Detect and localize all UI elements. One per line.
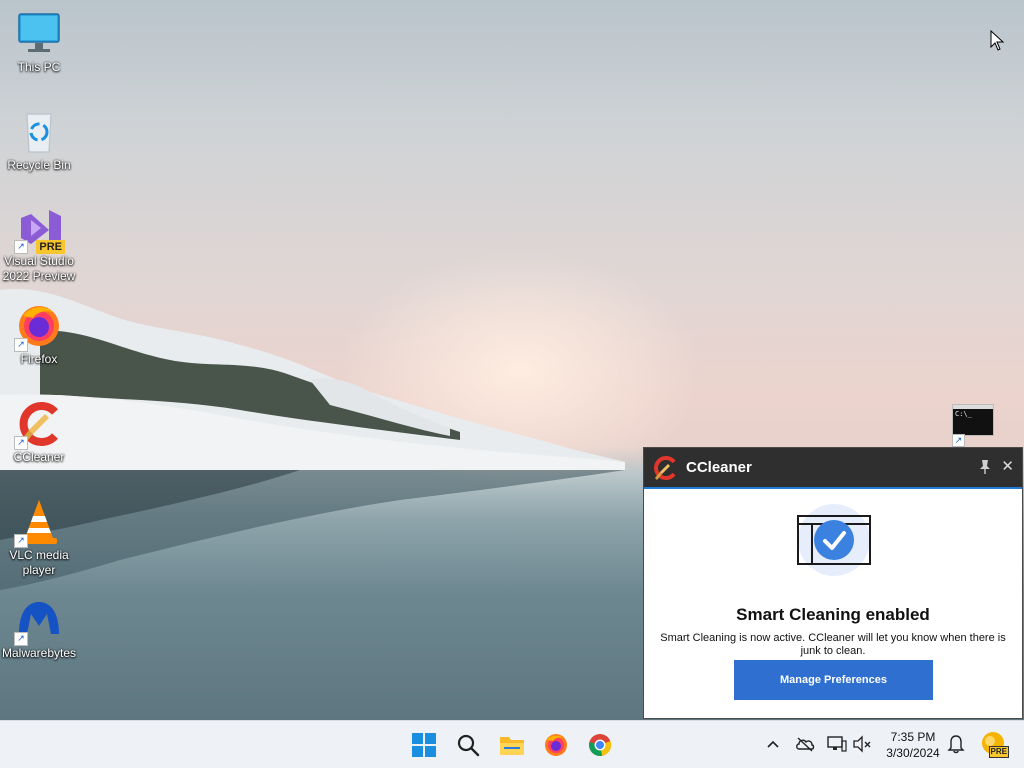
notification-header: CCleaner ✕ — [644, 448, 1022, 489]
desktop-icon-recycle-bin[interactable]: Recycle Bin — [0, 108, 78, 173]
chrome-icon[interactable] — [584, 729, 616, 761]
pre-badge: PRE — [988, 746, 1009, 758]
desktop-icon-malwarebytes[interactable]: ↗ Malwarebytes — [0, 596, 78, 661]
ccleaner-logo-icon — [654, 455, 676, 480]
desktop-icon-vlc[interactable]: ↗ VLC media player — [0, 498, 78, 578]
notification-body: Smart Cleaning is now active. CCleaner w… — [660, 632, 1006, 657]
close-icon[interactable]: ✕ — [1001, 458, 1014, 476]
copilot-preview-icon[interactable]: PRE — [980, 731, 1009, 758]
desktop-icon-visual-studio[interactable]: PRE ↗ Visual Studio 2022 Preview — [0, 204, 78, 284]
shortcut-arrow-icon: ↗ — [14, 338, 28, 352]
desktop-icon-ccleaner[interactable]: ↗ CCleaner — [0, 400, 78, 465]
search-icon[interactable] — [452, 729, 484, 761]
desktop-icon-firefox[interactable]: ↗ Firefox — [0, 302, 78, 367]
visual-studio-icon: PRE ↗ — [14, 204, 65, 254]
shortcut-arrow-icon: ↗ — [14, 534, 28, 548]
firefox-icon: ↗ — [14, 302, 63, 352]
desktop-icon-this-pc[interactable]: This PC — [0, 10, 78, 75]
desktop-icon-label: Visual Studio 2022 Preview — [2, 254, 76, 283]
clock-time: 7:35 PM — [890, 730, 936, 744]
notification-app-name: CCleaner — [686, 459, 752, 476]
desktop-icon-label: Firefox — [20, 352, 58, 366]
taskbar-clock[interactable]: 7:35 PM 3/30/2024 — [878, 729, 948, 761]
command-prompt-icon: C:\_ — [952, 404, 994, 436]
shortcut-arrow-icon: ↗ — [14, 240, 28, 254]
desktop-icon-label: Malwarebytes — [1, 646, 77, 660]
notifications-bell-icon[interactable] — [945, 733, 967, 755]
monitor-icon — [15, 10, 63, 58]
shortcut-arrow-icon: ↗ — [14, 632, 28, 646]
malwarebytes-icon: ↗ — [14, 596, 63, 646]
smart-cleaning-illustration — [797, 504, 871, 576]
manage-preferences-button[interactable]: Manage Preferences — [734, 660, 933, 700]
ccleaner-notification: CCleaner ✕ Smart Cleaning enabled Smart … — [643, 447, 1023, 719]
display-icon[interactable] — [826, 733, 848, 755]
pre-badge: PRE — [36, 240, 65, 254]
file-explorer-icon[interactable] — [496, 729, 528, 761]
volume-muted-icon[interactable] — [851, 733, 873, 755]
desktop-icon-command-prompt[interactable]: C:\_ ↗ — [952, 404, 996, 447]
desktop-icon-label: Recycle Bin — [7, 158, 71, 172]
notification-heading: Smart Cleaning enabled — [736, 605, 930, 624]
start-icon[interactable] — [408, 729, 440, 761]
firefox-icon[interactable] — [540, 729, 572, 761]
taskbar: 7:35 PM 3/30/2024 PRE — [0, 720, 1024, 768]
desktop-icon-label: CCleaner — [13, 450, 65, 464]
desktop-icon-label: VLC media player — [9, 548, 69, 577]
desktop-icon-label: This PC — [17, 60, 61, 74]
recycle-bin-icon — [15, 108, 63, 156]
shortcut-arrow-icon: ↗ — [14, 436, 28, 450]
chevron-up-icon[interactable] — [762, 733, 784, 755]
ccleaner-icon: ↗ — [14, 400, 63, 450]
onedrive-offline-icon[interactable] — [794, 733, 816, 755]
shortcut-arrow-icon: ↗ — [952, 434, 965, 447]
mouse-cursor-icon — [990, 30, 1005, 51]
pin-icon[interactable] — [978, 459, 992, 475]
clock-date: 3/30/2024 — [886, 746, 940, 760]
vlc-icon: ↗ — [14, 498, 63, 548]
